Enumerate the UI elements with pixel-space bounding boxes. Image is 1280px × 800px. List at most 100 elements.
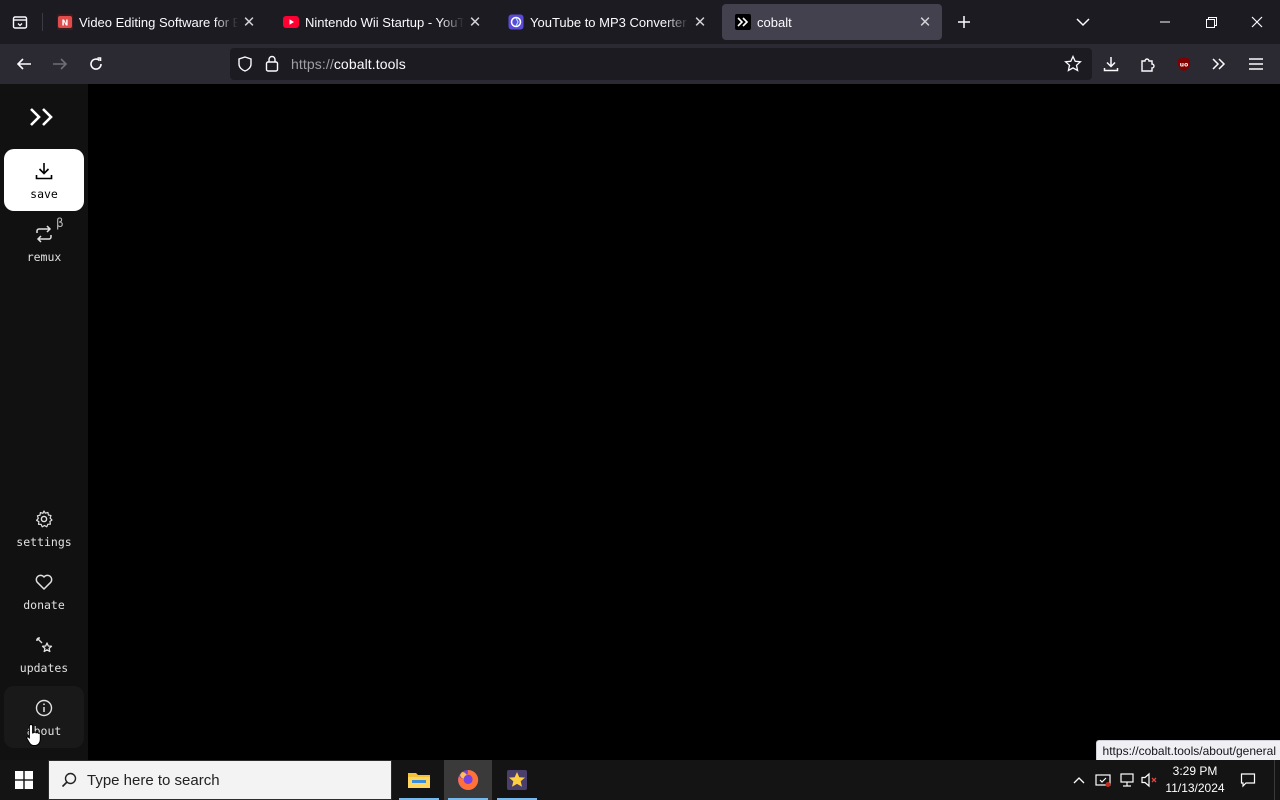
sidebar-item-label: save <box>30 187 58 201</box>
clock-date: 11/13/2024 <box>1165 781 1225 795</box>
gear-icon <box>34 507 54 531</box>
tab-title: cobalt <box>757 14 792 30</box>
url-host: cobalt.tools <box>333 56 406 72</box>
sidebar-item-label: settings <box>16 535 72 549</box>
sidebar-item-save[interactable]: save <box>4 149 84 211</box>
sidebar-item-updates[interactable]: updates <box>4 623 84 685</box>
heart-icon <box>34 570 54 594</box>
volume-muted-icon[interactable] <box>1139 760 1161 800</box>
close-window-button[interactable] <box>1234 0 1280 44</box>
close-tab-icon[interactable]: ✕ <box>464 11 486 33</box>
puzzle-icon <box>1141 58 1155 72</box>
close-tab-icon[interactable]: ✕ <box>689 11 711 33</box>
minimize-icon <box>1160 21 1170 23</box>
link-status-tooltip: https://cobalt.tools/about/general <box>1095 740 1280 760</box>
youtube-icon <box>283 14 299 30</box>
chevron-up-icon <box>1073 777 1085 784</box>
download-icon <box>1103 57 1119 72</box>
sidebar-item-about[interactable]: about <box>4 686 84 748</box>
plus-icon <box>958 16 970 28</box>
info-icon <box>34 696 54 720</box>
action-center-button[interactable] <box>1234 760 1262 800</box>
start-button[interactable] <box>0 760 48 800</box>
cobalt-icon <box>735 14 751 30</box>
url-text[interactable]: https://cobalt.tools <box>291 56 406 72</box>
tab-cobalt[interactable]: cobalt ✕ <box>722 4 942 40</box>
hand-cursor-icon <box>26 723 44 752</box>
tab-manager-button[interactable] <box>0 0 40 44</box>
reload-button[interactable] <box>80 48 112 80</box>
sidebar-item-settings[interactable]: settings <box>4 497 84 559</box>
lock-icon[interactable] <box>264 55 280 77</box>
taskbar-search-box[interactable]: Type here to search <box>48 760 392 800</box>
sidebar: save remux β settings donate updates abo… <box>0 84 88 760</box>
hamburger-menu-icon <box>1249 58 1263 70</box>
network-icon[interactable] <box>1116 760 1138 800</box>
tray-security-icon[interactable] <box>1092 760 1114 800</box>
show-desktop-button[interactable] <box>1274 760 1280 800</box>
svg-text:N: N <box>62 19 69 28</box>
notification-icon <box>1240 773 1256 788</box>
shield-icon[interactable] <box>237 56 253 77</box>
extensions-button[interactable] <box>1132 48 1164 80</box>
windows-logo-icon <box>15 771 33 789</box>
tab-youtube-mp3[interactable]: YouTube to MP3 Converter | 10 ✕ <box>495 4 717 40</box>
beta-badge: β <box>56 216 64 230</box>
taskbar-firefox[interactable] <box>444 760 492 800</box>
star-app-icon <box>507 770 527 790</box>
arrow-right-icon <box>53 58 68 70</box>
taskbar-app-star[interactable] <box>493 760 541 800</box>
show-hidden-icons-button[interactable] <box>1068 760 1090 800</box>
folder-icon <box>408 773 430 788</box>
list-all-tabs-button[interactable] <box>1060 0 1106 44</box>
page-content: save remux β settings donate updates abo… <box>0 84 1280 760</box>
back-button[interactable] <box>8 48 40 80</box>
reload-icon <box>90 57 102 70</box>
new-tab-button[interactable] <box>942 0 986 44</box>
sidebar-item-remux[interactable]: remux β <box>4 212 84 274</box>
tab-title: Video Editing Software for Every <box>79 14 238 30</box>
close-tab-icon[interactable]: ✕ <box>238 11 260 33</box>
chevron-down-icon <box>1076 18 1090 27</box>
remux-icon <box>34 222 54 246</box>
double-chevron-right-icon <box>1212 58 1226 70</box>
more-tools-button[interactable] <box>1203 48 1235 80</box>
clock-time: 3:29 PM <box>1172 764 1218 778</box>
firefox-icon <box>458 769 479 790</box>
tab-nintendo-wii[interactable]: Nintendo Wii Startup - YouTube ✕ <box>270 4 492 40</box>
taskbar-file-explorer[interactable] <box>395 760 443 800</box>
sidebar-item-label: donate <box>23 598 65 612</box>
app-menu-button[interactable] <box>1240 48 1272 80</box>
tab-video-editing[interactable]: N Video Editing Software for Every ✕ <box>44 4 266 40</box>
tab-manager-icon <box>12 16 28 29</box>
system-clock[interactable]: 3:29 PM 11/13/2024 <box>1160 763 1230 797</box>
taskbar: Type here to search 3:29 PM 11/13/2024 <box>0 760 1280 800</box>
restore-icon <box>1205 16 1217 28</box>
ublock-icon: uo <box>1178 57 1190 71</box>
url-bar[interactable]: https://cobalt.tools <box>230 48 1092 80</box>
minimize-button[interactable] <box>1142 0 1188 44</box>
sparkle-icon <box>34 633 54 657</box>
svg-text:uo: uo <box>1180 62 1188 69</box>
forward-button[interactable] <box>44 48 76 80</box>
tab-title: YouTube to MP3 Converter | 10 <box>530 14 689 30</box>
tab-divider <box>42 13 43 31</box>
bookmark-star-icon[interactable] <box>1064 54 1082 78</box>
filmora-icon: N <box>57 14 73 30</box>
sidebar-item-label: updates <box>19 661 69 675</box>
close-tab-icon[interactable]: ✕ <box>914 11 936 33</box>
converter-icon <box>508 14 524 30</box>
cobalt-logo[interactable] <box>28 106 58 133</box>
close-icon <box>1251 16 1263 28</box>
restore-button[interactable] <box>1188 0 1234 44</box>
ublock-origin-button[interactable]: uo <box>1168 48 1200 80</box>
downloads-button[interactable] <box>1095 48 1127 80</box>
arrow-left-icon <box>16 58 31 70</box>
navigation-toolbar: https://cobalt.tools uo <box>0 44 1280 84</box>
tab-title: Nintendo Wii Startup - YouTube <box>305 14 464 30</box>
search-placeholder: Type here to search <box>87 771 220 789</box>
sidebar-item-donate[interactable]: donate <box>4 560 84 622</box>
url-scheme: https:// <box>291 56 334 72</box>
tab-strip: N Video Editing Software for Every ✕ Nin… <box>0 0 1280 44</box>
sidebar-item-label: remux <box>26 250 62 264</box>
